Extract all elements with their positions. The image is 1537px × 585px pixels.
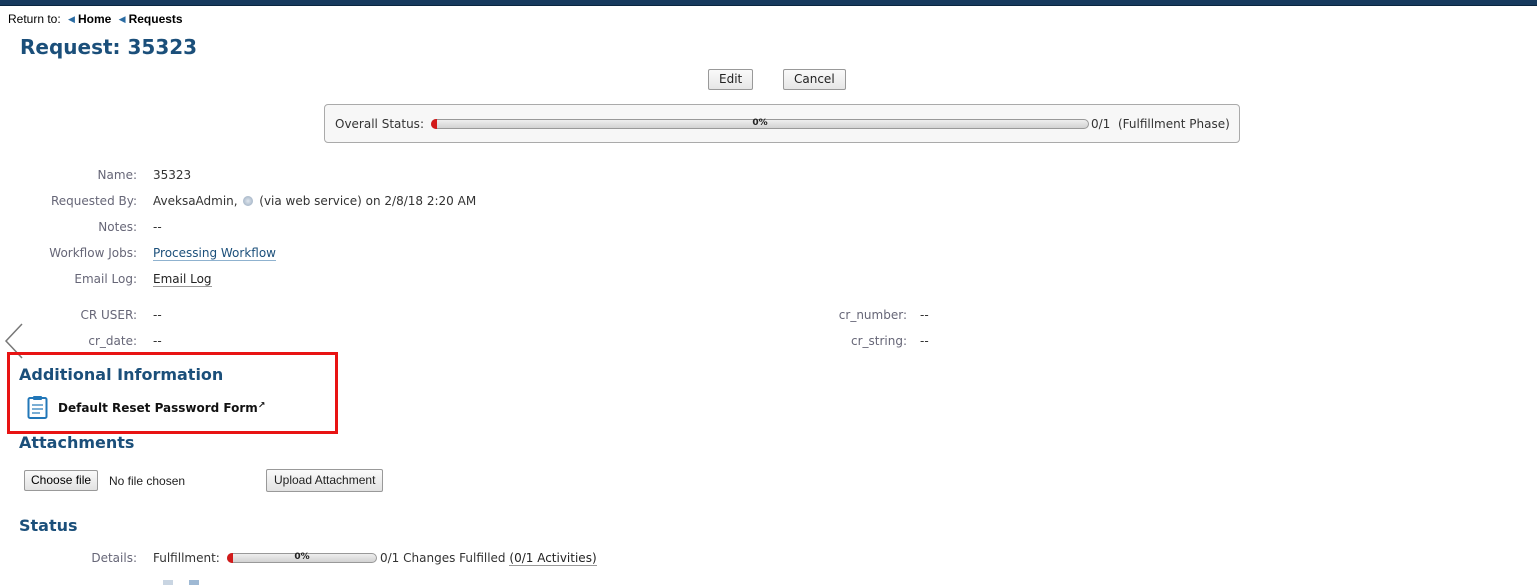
upload-attachment-button[interactable]: Upload Attachment bbox=[266, 469, 384, 492]
attachments-heading: Attachments bbox=[19, 433, 135, 452]
back-triangle-icon: ◀ bbox=[118, 14, 126, 24]
notes-value: -- bbox=[153, 220, 162, 234]
workflow-jobs-label: Workflow Jobs: bbox=[49, 246, 137, 260]
details-label: Details: bbox=[91, 551, 137, 565]
processing-workflow-link[interactable]: Processing Workflow bbox=[153, 246, 276, 261]
form-link-text: Default Reset Password Form bbox=[58, 401, 258, 415]
fulfillment-label: Fulfillment: bbox=[153, 551, 220, 565]
email-log-label: Email Log: bbox=[74, 272, 137, 286]
name-value: 35323 bbox=[153, 168, 192, 182]
overall-count-text: 0/1 bbox=[1091, 117, 1111, 131]
overall-phase-text: (Fulfillment Phase) bbox=[1117, 117, 1230, 131]
cr-number-label: cr_number: bbox=[838, 308, 907, 322]
name-label: Name: bbox=[97, 168, 137, 182]
choose-file-button[interactable]: Choose file bbox=[24, 470, 99, 491]
requester-name: AveksaAdmin, bbox=[153, 194, 238, 208]
cancel-button[interactable]: Cancel bbox=[783, 69, 846, 90]
fulfillment-summary: 0/1 Changes Fulfilled (0/1 Activities) bbox=[380, 551, 597, 566]
requested-by-suffix: (via web service) on 2/8/18 2:20 AM bbox=[259, 194, 477, 208]
breadcrumb-home-link[interactable]: Home bbox=[78, 12, 111, 26]
additional-information-heading: Additional Information bbox=[19, 365, 224, 384]
form-clipboard-icon bbox=[27, 396, 48, 419]
back-triangle-icon: ◀ bbox=[68, 14, 75, 24]
cr-string-value: -- bbox=[920, 334, 929, 348]
breadcrumb-prefix: Return to: bbox=[8, 12, 61, 26]
overall-status-count: 0/1 (Fulfillment Phase) bbox=[1091, 117, 1230, 131]
breadcrumb-requests-link[interactable]: Requests bbox=[129, 12, 183, 26]
page-title: Request: 35323 bbox=[20, 35, 198, 59]
activities-link[interactable]: (0/1 Activities) bbox=[509, 551, 597, 566]
fulfillment-progress-bar: 0% bbox=[227, 552, 377, 563]
external-link-icon: ↗ bbox=[257, 401, 266, 411]
overall-progress-bar: 0% bbox=[431, 118, 1089, 129]
cr-user-label: CR USER: bbox=[80, 308, 137, 322]
cr-user-value: -- bbox=[153, 308, 162, 322]
file-status-text: No file chosen bbox=[109, 474, 186, 488]
requested-by-label: Requested By: bbox=[50, 194, 137, 208]
fulfillment-progress-percent: 0% bbox=[294, 552, 310, 562]
reset-password-form-link[interactable]: Default Reset Password Form↗ bbox=[58, 401, 265, 415]
email-log-link[interactable]: Email Log bbox=[153, 272, 212, 287]
overall-progress-percent: 0% bbox=[752, 118, 768, 128]
notes-label: Notes: bbox=[98, 220, 137, 234]
overall-status-panel: Overall Status: 0% 0/1 (Fulfillment Phas… bbox=[324, 104, 1240, 143]
edit-button[interactable]: Edit bbox=[708, 69, 754, 90]
info-icon[interactable] bbox=[243, 196, 254, 206]
changes-fulfilled-text: 0/1 Changes Fulfilled bbox=[380, 551, 506, 565]
requested-by-value: AveksaAdmin, (via web service) on 2/8/18… bbox=[153, 194, 476, 208]
cr-number-value: -- bbox=[920, 308, 929, 322]
cr-date-value: -- bbox=[153, 334, 162, 348]
top-banner-bar bbox=[0, 0, 1537, 6]
partial-icons-row bbox=[163, 580, 199, 585]
overall-status-label: Overall Status: bbox=[335, 117, 424, 131]
breadcrumb: Return to: ◀ Home ◀ Requests bbox=[8, 12, 183, 26]
status-heading: Status bbox=[19, 516, 78, 535]
cr-string-label: cr_string: bbox=[850, 334, 907, 348]
